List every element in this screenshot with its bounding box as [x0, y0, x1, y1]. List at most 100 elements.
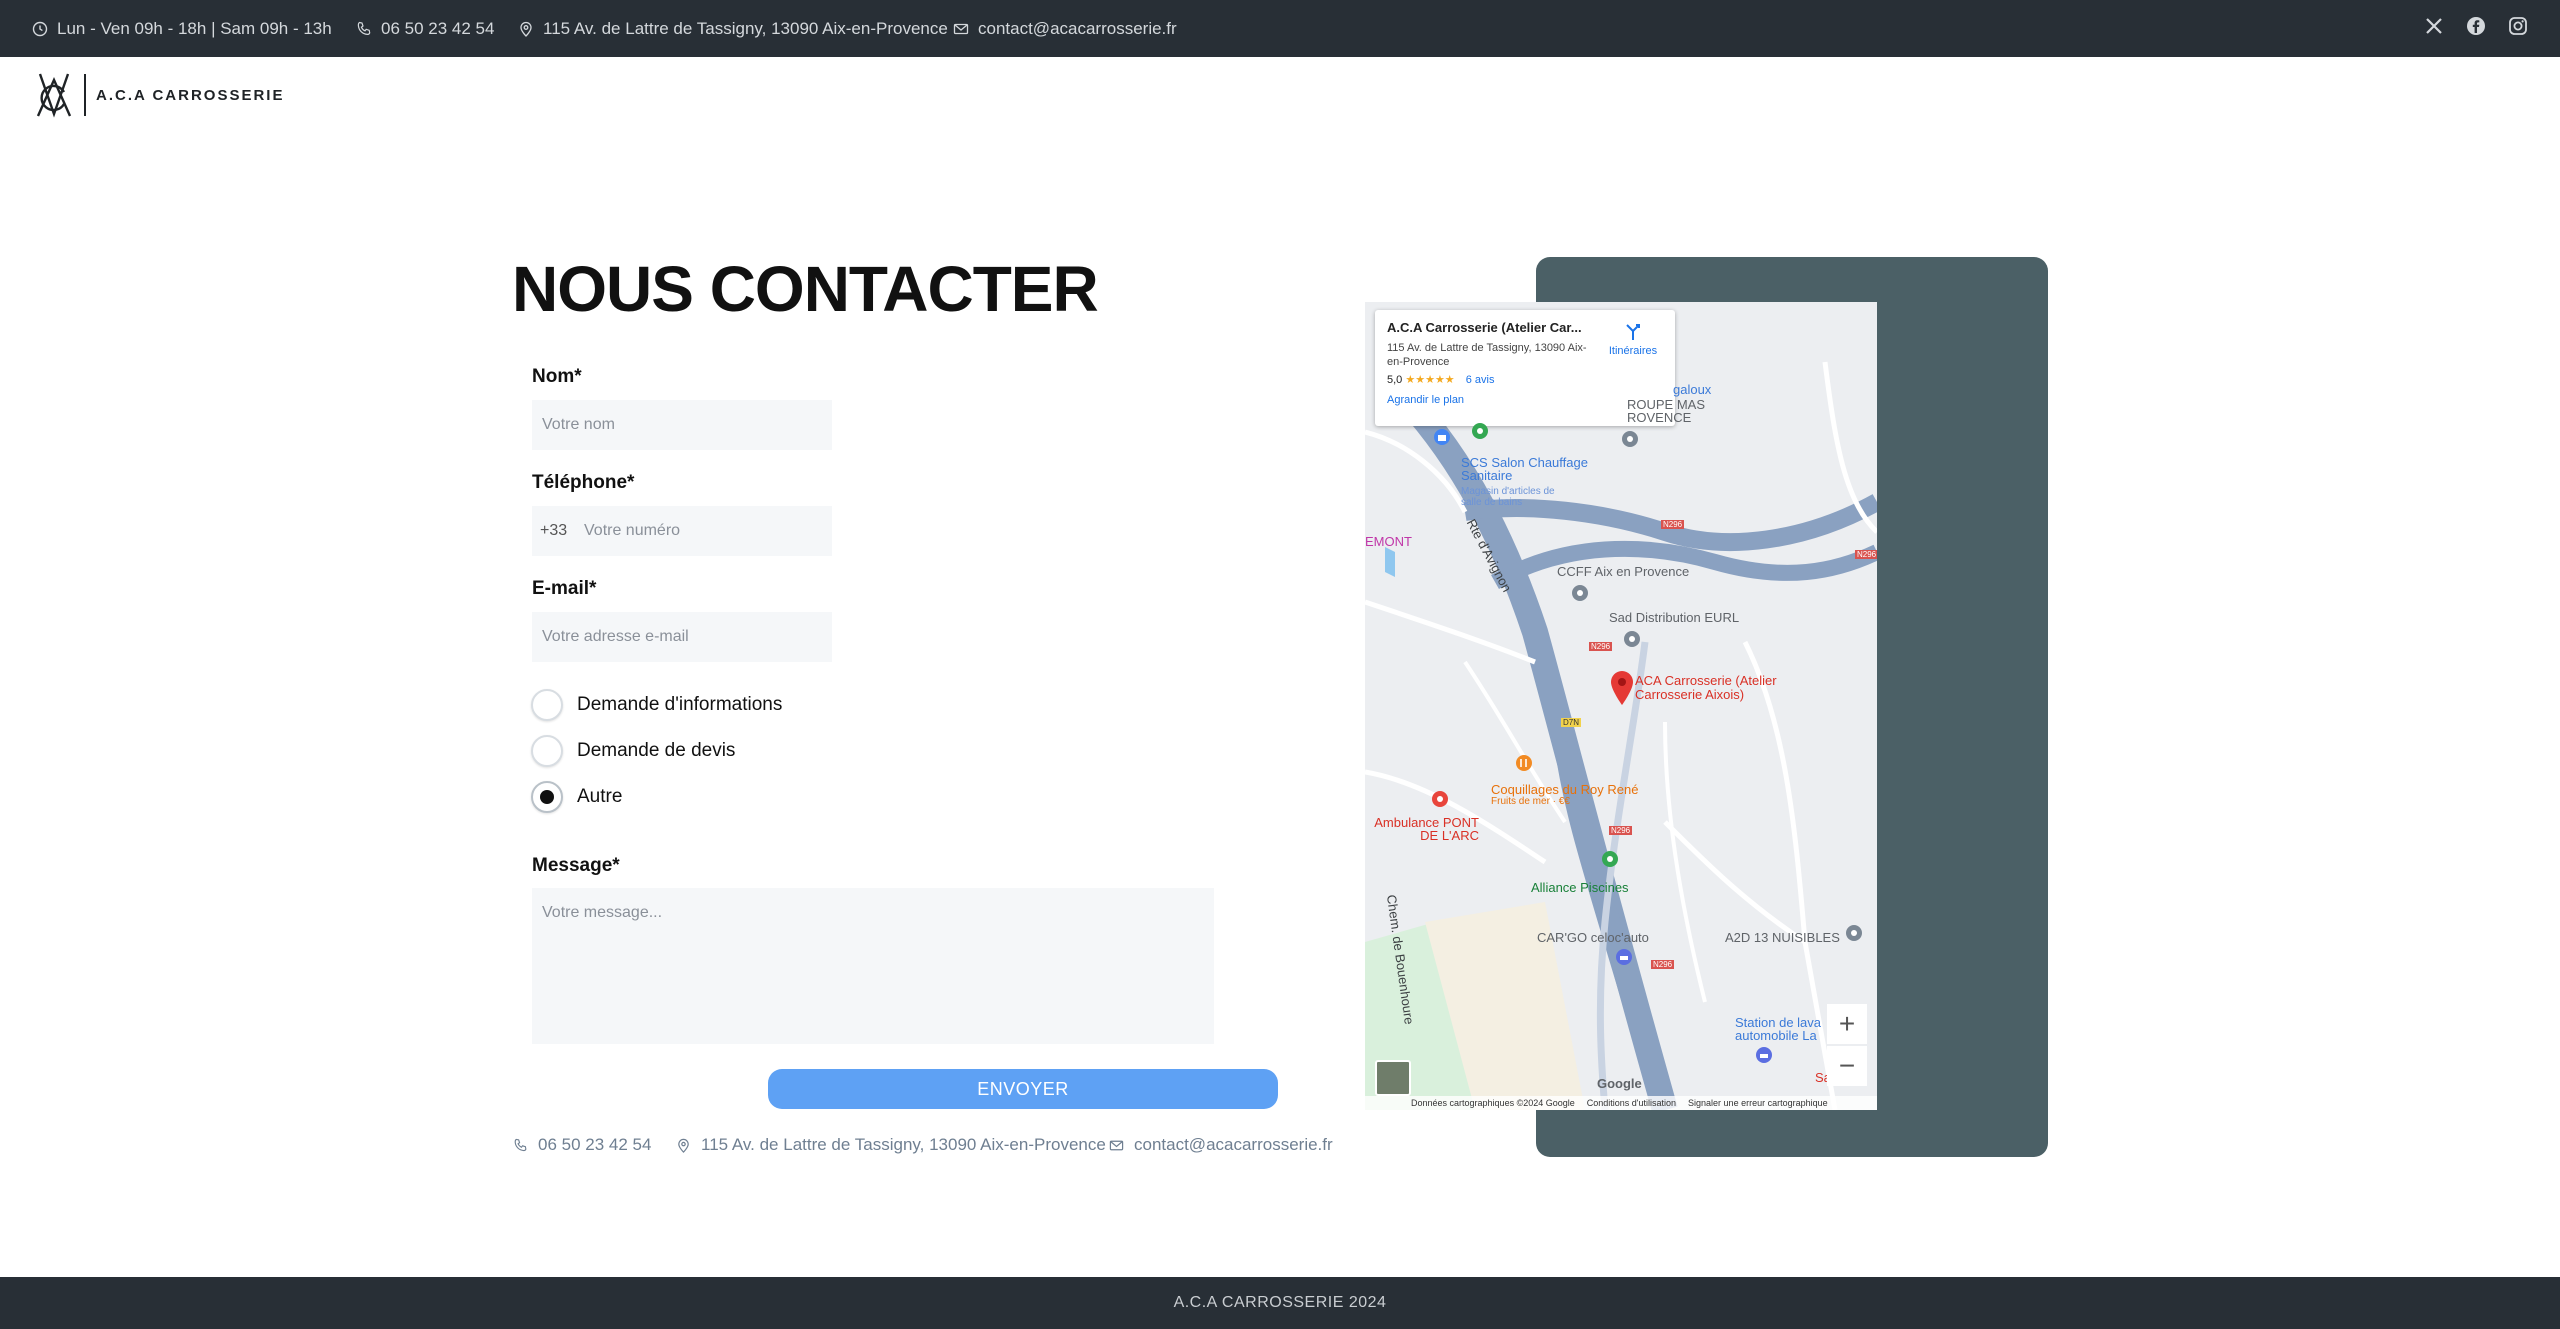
reviews-link[interactable]: 6 avis: [1466, 374, 1495, 386]
phone-info[interactable]: 06 50 23 42 54: [356, 0, 494, 57]
car-wash-marker-icon[interactable]: [1755, 1046, 1773, 1064]
site-logo[interactable]: A.C.A CARROSSERIE: [34, 70, 284, 120]
car-marker-icon[interactable]: [1615, 948, 1633, 966]
directions-icon: [1626, 324, 1640, 340]
phone-input[interactable]: +33 Votre numéro: [532, 506, 832, 556]
radio-informations[interactable]: Demande d'informations: [531, 689, 782, 721]
zoom-out-button[interactable]: −: [1827, 1046, 1867, 1086]
clock-icon: [32, 21, 48, 36]
map-attribution-bar: Données cartographiques ©2024 Google Con…: [1365, 1096, 1877, 1110]
map-terms-link[interactable]: Conditions d'utilisation: [1587, 1098, 1676, 1108]
place-rating: 5,0 ★★★★★ 6 avis: [1387, 373, 1663, 386]
restaurant-marker-icon[interactable]: [1515, 754, 1533, 772]
radio-label: Demande de devis: [577, 740, 736, 761]
map-label-coquillages: Coquillages du Roy René: [1491, 782, 1639, 797]
map-label-a2d: A2D 13 NUISIBLES: [1725, 930, 1840, 945]
address-info[interactable]: 115 Av. de Lattre de Tassigny, 13090 Aix…: [518, 0, 948, 57]
name-input[interactable]: Votre nom: [532, 400, 832, 450]
email-text: contact@acacarrosserie.fr: [978, 18, 1177, 38]
page-title: NOUS CONTACTER: [512, 253, 1099, 325]
email-input[interactable]: Votre adresse e-mail: [532, 612, 832, 662]
aca-monogram-icon: [36, 73, 72, 118]
send-button[interactable]: ENVOYER: [768, 1069, 1278, 1109]
ambulance-marker-icon[interactable]: [1431, 790, 1449, 808]
mail-icon: [953, 23, 969, 34]
zoom-in-button[interactable]: +: [1827, 1004, 1867, 1044]
place-marker-icon[interactable]: [1845, 924, 1863, 942]
road-shield-n296: N296: [1589, 642, 1613, 651]
phone-text: 06 50 23 42 54: [381, 18, 495, 38]
place-marker-icon[interactable]: [1471, 422, 1489, 440]
radio-button[interactable]: [531, 735, 563, 767]
email-label: E-mail*: [532, 578, 597, 599]
place-marker-icon[interactable]: [1601, 850, 1619, 868]
map-label-ccff: CCFF Aix en Provence: [1557, 564, 1690, 579]
road-shield-n296: N296: [1651, 960, 1675, 969]
phone-placeholder: Votre numéro: [584, 522, 681, 539]
address-text: 115 Av. de Lattre de Tassigny, 13090 Aix…: [543, 18, 948, 38]
map-label-station: Station de lava automobile La: [1735, 1015, 1822, 1043]
map-pin-icon: [520, 21, 532, 37]
location-pin-icon[interactable]: [1609, 670, 1635, 706]
map-label-scs: SCS Salon Chauffage Sanitaire: [1461, 455, 1588, 483]
map-label-coquillages-sub: Fruits de mer · €€: [1491, 796, 1570, 807]
name-placeholder: Votre nom: [542, 416, 615, 433]
place-address: 115 Av. de Lattre de Tassigny, 13090 Aix…: [1387, 342, 1587, 368]
place-marker-icon[interactable]: [1571, 584, 1589, 602]
mail-icon: [1109, 1140, 1124, 1150]
google-logo: Google: [1597, 1076, 1642, 1091]
radio-devis[interactable]: Demande de devis: [531, 735, 735, 767]
phone-prefix[interactable]: +33: [532, 522, 582, 540]
info-phone[interactable]: 06 50 23 42 54: [513, 1134, 651, 1156]
radio-label: Demande d'informations: [577, 694, 783, 715]
x-icon[interactable]: [2422, 14, 2446, 38]
radio-autre[interactable]: Autre: [531, 781, 622, 813]
map-pin-icon: [678, 1138, 689, 1153]
map-label-scs-sub: Magasin d'articles de salle de bains: [1461, 486, 1555, 508]
place-marker-icon[interactable]: [1621, 430, 1639, 448]
map-report-link[interactable]: Signaler une erreur cartographique: [1688, 1098, 1828, 1108]
email-info[interactable]: contact@acacarrosserie.fr: [953, 0, 1177, 57]
rating-stars-icon: ★★★★★: [1405, 374, 1455, 386]
directions-button[interactable]: Itinéraires: [1605, 320, 1661, 357]
google-map[interactable]: A.C.A Carrosserie (Atelier Car... 115 Av…: [1365, 302, 1877, 1110]
instagram-icon[interactable]: [2506, 14, 2530, 38]
map-label-sad: Sad Distribution EURL: [1609, 610, 1740, 625]
map-label-galoux: galoux: [1673, 382, 1712, 397]
facebook-icon[interactable]: [2464, 14, 2488, 38]
map-label-pin: ACA Carrosserie (Atelier Carrosserie Aix…: [1635, 673, 1777, 702]
directions-label: Itinéraires: [1608, 345, 1658, 357]
road-shield-n296: N296: [1855, 550, 1877, 559]
logo-divider: [84, 74, 86, 116]
road-shield-d7n: D7N: [1561, 718, 1582, 727]
rating-value: 5,0: [1387, 374, 1403, 386]
map-label-cargo: CAR'GO celoc'auto: [1537, 930, 1649, 945]
road-shield-n296: N296: [1609, 826, 1633, 835]
phone-icon: [357, 21, 371, 35]
info-address-text: 115 Av. de Lattre de Tassigny, 13090 Aix…: [701, 1135, 1106, 1154]
shop-marker-icon[interactable]: [1433, 428, 1451, 446]
map-label-emont: EMONT: [1365, 534, 1412, 549]
enlarge-map-link[interactable]: Agrandir le plan: [1387, 394, 1663, 406]
site-footer: A.C.A CARROSSERIE 2024: [0, 1277, 2560, 1329]
phone-label: Téléphone*: [532, 472, 635, 493]
email-placeholder: Votre adresse e-mail: [542, 628, 689, 645]
info-phone-text: 06 50 23 42 54: [538, 1135, 652, 1154]
message-placeholder: Votre message...: [542, 904, 663, 921]
footer-text: A.C.A CARROSSERIE 2024: [1173, 1294, 1387, 1311]
phone-icon: [514, 1138, 527, 1151]
radio-button-checked[interactable]: [531, 781, 563, 813]
radio-button[interactable]: [531, 689, 563, 721]
place-marker-icon[interactable]: [1623, 630, 1641, 648]
message-label: Message*: [532, 855, 620, 876]
top-bar: Lun - Ven 09h - 18h | Sam 09h - 13h 06 5…: [0, 0, 2560, 57]
info-address[interactable]: 115 Av. de Lattre de Tassigny, 13090 Aix…: [676, 1134, 1106, 1156]
message-textarea[interactable]: Votre message...: [532, 888, 1214, 1044]
map-label-ambulance: Ambulance PONT DE L'ARC: [1374, 815, 1479, 843]
info-email[interactable]: contact@acacarrosserie.fr: [1109, 1134, 1333, 1156]
satellite-toggle[interactable]: [1375, 1060, 1411, 1096]
hours-text: Lun - Ven 09h - 18h | Sam 09h - 13h: [57, 18, 332, 38]
logo-text: A.C.A CARROSSERIE: [96, 86, 285, 104]
map-data-credit: Données cartographiques ©2024 Google: [1411, 1098, 1575, 1108]
name-label: Nom*: [532, 366, 582, 387]
